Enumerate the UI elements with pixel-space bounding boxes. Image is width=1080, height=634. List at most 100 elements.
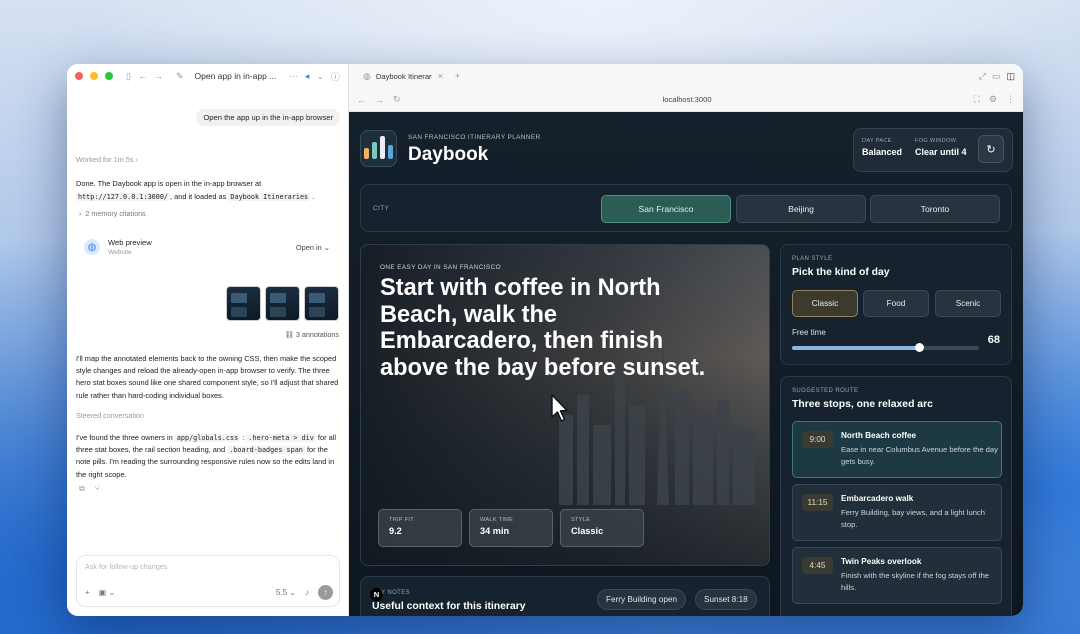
chat-toolbar: ▯ ← → ✎ Open app in in-app ... ··· ◂ ⌄ ⓘ bbox=[67, 64, 348, 88]
fork-icon[interactable]: ⑂ bbox=[95, 484, 100, 494]
chevron-down-icon[interactable]: ⌄ bbox=[316, 71, 324, 82]
stop-description: Finish with the skyline if the fog stays… bbox=[841, 571, 990, 592]
microphone-icon[interactable]: ♪ bbox=[305, 588, 309, 597]
style-option-scenic[interactable]: Scenic bbox=[935, 290, 1001, 317]
message-actions: ⧉ ⑂ bbox=[79, 484, 100, 494]
plan-style-eyebrow: PLAN STYLE bbox=[792, 256, 833, 262]
city-selector: CITY San Francisco Beijing Toronto bbox=[360, 184, 1012, 232]
chat-pane: ▯ ← → ✎ Open app in in-app ... ··· ◂ ⌄ ⓘ… bbox=[67, 64, 349, 616]
conversation-title: Open app in in-app ... bbox=[194, 71, 277, 81]
stop-description: Ferry Building, bay views, and a light l… bbox=[841, 508, 985, 529]
stop-title: Twin Peaks overlook bbox=[841, 557, 922, 566]
browser-tab-bar: ◍ Daybook Itinerar × + ⤢ ▭ ◫ bbox=[349, 64, 1023, 88]
annotation-thumbnail[interactable] bbox=[304, 286, 339, 321]
style-option-food[interactable]: Food bbox=[863, 290, 929, 317]
route-stop[interactable]: 11:15 Embarcadero walk Ferry Building, b… bbox=[792, 484, 1002, 541]
back-arrow-icon[interactable]: ← bbox=[138, 71, 147, 81]
suggested-route-card: SUGGESTED ROUTE Three stops, one relaxed… bbox=[780, 376, 1012, 616]
stat-value: 34 min bbox=[480, 526, 510, 536]
open-in-button[interactable]: Open in ⌄ bbox=[296, 243, 330, 252]
expand-icon[interactable]: ⤢ bbox=[979, 71, 986, 82]
plus-icon[interactable]: + bbox=[85, 588, 90, 597]
browser-pane: ◍ Daybook Itinerar × + ⤢ ▭ ◫ ← → ↻ local… bbox=[349, 64, 1023, 616]
close-tab-icon[interactable]: × bbox=[438, 71, 443, 81]
forward-arrow-icon[interactable]: → bbox=[375, 95, 384, 105]
browser-tab-title: Daybook Itinerar bbox=[375, 71, 432, 81]
hero-eyebrow: ONE EASY DAY IN SAN FRANCISCO bbox=[380, 264, 501, 271]
stat-trip-fit: TRIP FIT 9.2 bbox=[378, 509, 462, 547]
web-preview-subtitle: Website bbox=[108, 249, 132, 256]
refresh-icon: ↻ bbox=[986, 143, 996, 156]
route-stop[interactable]: 9:00 North Beach coffee Ease in near Col… bbox=[792, 421, 1002, 478]
sidebar-toggle-icon[interactable]: ▯ bbox=[126, 71, 131, 82]
model-selector[interactable]: 5.5 ⌄ bbox=[276, 588, 296, 597]
new-tab-icon[interactable]: + bbox=[455, 71, 460, 81]
stat-label: WALK TIME bbox=[480, 517, 514, 523]
plan-style-heading: Pick the kind of day bbox=[792, 267, 890, 278]
send-button[interactable]: ↑ bbox=[318, 585, 333, 600]
free-time-label: Free time bbox=[792, 328, 826, 337]
stop-time: 4:45 bbox=[802, 557, 833, 574]
browser-tab[interactable]: ◍ Daybook Itinerar × bbox=[357, 69, 449, 84]
assistant-findings-message: I've found the three owners in app/globa… bbox=[76, 433, 336, 479]
share-icon[interactable]: ◂ bbox=[305, 71, 310, 82]
refresh-button[interactable]: ↻ bbox=[978, 135, 1004, 163]
stat-walk-time: WALK TIME 34 min bbox=[469, 509, 553, 547]
stop-title: North Beach coffee bbox=[841, 431, 917, 440]
memory-citations-toggle[interactable]: › 2 memory citations bbox=[79, 209, 146, 218]
stop-title: Embarcadero walk bbox=[841, 494, 914, 503]
mouse-cursor-icon bbox=[551, 394, 568, 422]
forward-arrow-icon[interactable]: → bbox=[154, 71, 163, 81]
city-button-toronto[interactable]: Toronto bbox=[870, 195, 1000, 223]
composer-input[interactable]: Ask for follow-up changes bbox=[85, 562, 167, 571]
free-time-slider[interactable] bbox=[792, 343, 979, 352]
attachments-icon[interactable]: ▣ ⌄ bbox=[99, 588, 115, 597]
board-badges-code: .board-badges span bbox=[227, 446, 305, 455]
stat-value: 9.2 bbox=[389, 526, 402, 536]
annotation-thumbnail[interactable] bbox=[265, 286, 300, 321]
zoom-window-button[interactable] bbox=[105, 72, 113, 80]
back-arrow-icon[interactable]: ← bbox=[357, 95, 366, 105]
assistant-done-message: Done. The Daybook app is open in the in-… bbox=[76, 179, 315, 201]
plan-style-card: PLAN STYLE Pick the kind of day Classic … bbox=[780, 244, 1012, 365]
window-icon[interactable]: ▭ bbox=[992, 71, 1001, 82]
minimize-window-button[interactable] bbox=[90, 72, 98, 80]
close-window-button[interactable] bbox=[75, 72, 83, 80]
city-button-beijing[interactable]: Beijing bbox=[736, 195, 866, 223]
worked-for-label[interactable]: Worked for 1m 5s › bbox=[76, 155, 138, 164]
route-heading: Three stops, one relaxed arc bbox=[792, 399, 933, 410]
annotations-count[interactable]: ⛓ 3 annotations bbox=[285, 330, 339, 339]
day-pace-value: Balanced bbox=[862, 147, 903, 157]
more-icon[interactable]: ··· bbox=[289, 71, 298, 81]
web-preview-card[interactable]: ◍ Web preview Website Open in ⌄ bbox=[76, 231, 338, 263]
notes-card: N Y NOTES Useful context for this itiner… bbox=[360, 576, 770, 616]
composer-toolbar: + ▣ ⌄ 5.5 ⌄ ♪ ↑ bbox=[85, 585, 333, 600]
style-option-classic[interactable]: Classic bbox=[792, 290, 858, 317]
compose-icon[interactable]: ✎ bbox=[176, 71, 184, 82]
url-field[interactable]: localhost:3000 bbox=[410, 95, 965, 104]
fog-window-value: Clear until 4 bbox=[915, 147, 967, 157]
stop-description: Ease in near Columbus Avenue before the … bbox=[841, 445, 998, 466]
hero-meta-code: .hero-meta > div bbox=[246, 434, 316, 442]
settings-icon[interactable]: ⚙ bbox=[989, 94, 997, 105]
annotation-thumbnail[interactable] bbox=[226, 286, 261, 321]
day-pace-panel: DAY PACE Balanced FOG WINDOW Clear until… bbox=[853, 128, 1013, 172]
route-stop[interactable]: 4:45 Twin Peaks overlook Finish with the… bbox=[792, 547, 1002, 604]
daybook-app: SAN FRANCISCO ITINERARY PLANNER Daybook … bbox=[349, 112, 1023, 616]
app-title: Daybook bbox=[408, 144, 489, 165]
info-icon[interactable]: ⓘ bbox=[331, 70, 340, 83]
more-vertical-icon[interactable]: ⋮ bbox=[1006, 94, 1015, 105]
composer[interactable]: Ask for follow-up changes + ▣ ⌄ 5.5 ⌄ ♪ … bbox=[76, 555, 340, 607]
slider-handle[interactable] bbox=[915, 343, 925, 352]
title-code: Daybook Itineraries bbox=[228, 192, 311, 201]
stop-time: 9:00 bbox=[802, 431, 833, 448]
reload-icon[interactable]: ↻ bbox=[393, 94, 401, 105]
link-icon: ⛓ bbox=[284, 330, 294, 339]
app-eyebrow: SAN FRANCISCO ITINERARY PLANNER bbox=[408, 134, 541, 141]
city-label: CITY bbox=[373, 205, 390, 212]
copy-icon[interactable]: ⧉ bbox=[79, 484, 85, 494]
city-button-san-francisco[interactable]: San Francisco bbox=[601, 195, 731, 223]
stop-time: 11:15 bbox=[802, 494, 833, 511]
split-view-icon[interactable]: ◫ bbox=[1006, 71, 1015, 82]
screenshot-icon[interactable]: ⛶ bbox=[974, 94, 980, 105]
